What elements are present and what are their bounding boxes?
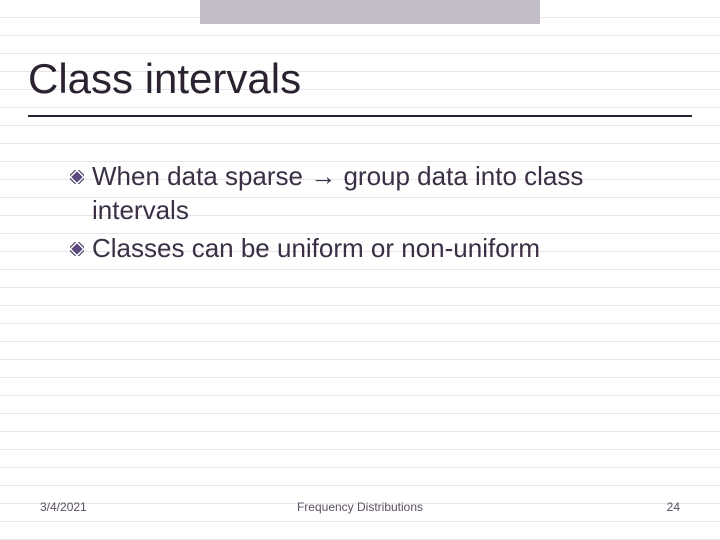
- slide-title: Class intervals: [28, 55, 692, 113]
- diamond-bullet-icon: [70, 170, 84, 189]
- bullet-text: Classes can be uniform or non-uniform: [92, 232, 540, 266]
- list-item: Classes can be uniform or non-uniform: [70, 232, 670, 266]
- content-area: When data sparse → group data into class…: [70, 160, 670, 269]
- title-underline: [28, 115, 692, 117]
- title-area: Class intervals: [28, 55, 692, 117]
- bullet-text: When data sparse → group data into class…: [92, 160, 670, 228]
- list-item: When data sparse → group data into class…: [70, 160, 670, 228]
- diamond-bullet-icon: [70, 242, 84, 261]
- slide: Class intervals When data sparse → group…: [0, 0, 720, 540]
- footer-page-number: 24: [667, 500, 680, 514]
- top-accent-bar: [200, 0, 540, 24]
- footer-title: Frequency Distributions: [0, 500, 720, 514]
- footer: 3/4/2021 Frequency Distributions 24: [0, 500, 720, 520]
